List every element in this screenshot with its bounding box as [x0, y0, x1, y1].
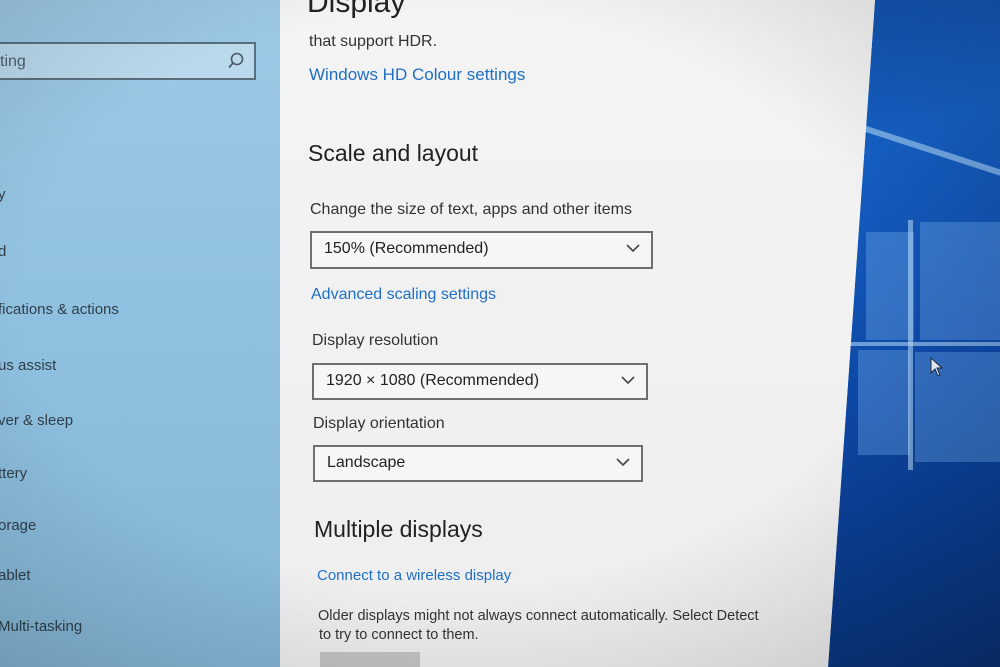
- resolution-dropdown[interactable]: 1920 × 1080 (Recommended): [312, 363, 648, 400]
- advanced-scaling-link[interactable]: Advanced scaling settings: [311, 286, 496, 304]
- scale-layout-heading: Scale and layout: [308, 140, 479, 166]
- chevron-down-icon: [626, 244, 640, 253]
- scale-dropdown[interactable]: 150% (Recommended): [310, 231, 653, 269]
- sidebar-item-multitasking[interactable]: Multi-tasking: [0, 618, 82, 635]
- wallpaper-light-beam: [845, 342, 1000, 346]
- sidebar-item[interactable]: d: [0, 243, 6, 260]
- settings-window: ting y d fications & actions us assist v…: [0, 0, 875, 667]
- size-label: Change the size of text, apps and other …: [310, 201, 632, 218]
- wallpaper-window-pane: [920, 222, 1000, 340]
- mouse-pointer-icon: [930, 357, 944, 377]
- sidebar-item-storage[interactable]: orage: [0, 517, 36, 534]
- wallpaper-light-beam: [908, 220, 913, 470]
- hdr-description: that support HDR.: [309, 33, 438, 50]
- scale-value: 150% (Recommended): [324, 240, 489, 257]
- page-title: Display: [307, 0, 406, 19]
- multiple-displays-heading: Multiple displays: [314, 516, 483, 542]
- sidebar-item-tablet[interactable]: ablet: [0, 567, 31, 584]
- wireless-display-link[interactable]: Connect to a wireless display: [317, 567, 511, 584]
- sidebar-item-focus-assist[interactable]: us assist: [0, 357, 56, 374]
- orientation-value: Landscape: [327, 454, 406, 471]
- sidebar-item-battery[interactable]: ttery: [0, 465, 27, 482]
- search-input[interactable]: ting: [0, 42, 256, 80]
- search-placeholder: ting: [0, 53, 26, 70]
- wallpaper-window-pane: [858, 350, 910, 455]
- chevron-down-icon: [621, 376, 635, 385]
- detect-description-line1: Older displays might not always connect …: [318, 608, 759, 624]
- sidebar-item-power-sleep[interactable]: ver & sleep: [0, 412, 73, 429]
- sidebar-item[interactable]: y: [0, 186, 6, 203]
- wallpaper-window-pane: [866, 232, 914, 340]
- detect-description-line2: to try to connect to them.: [319, 627, 479, 643]
- wallpaper-light-beam: [862, 125, 1000, 181]
- search-icon[interactable]: [226, 51, 246, 71]
- resolution-value: 1920 × 1080 (Recommended): [326, 372, 540, 389]
- sidebar-item-notifications[interactable]: fications & actions: [0, 301, 119, 318]
- orientation-label: Display orientation: [313, 415, 445, 432]
- chevron-down-icon: [616, 458, 630, 467]
- sidebar: ting y d fications & actions us assist v…: [0, 0, 285, 667]
- orientation-dropdown[interactable]: Landscape: [313, 445, 643, 482]
- resolution-label: Display resolution: [312, 332, 439, 349]
- wallpaper-window-pane: [915, 352, 1000, 462]
- detect-button[interactable]: [320, 652, 420, 667]
- hd-colour-settings-link[interactable]: Windows HD Colour settings: [309, 65, 525, 85]
